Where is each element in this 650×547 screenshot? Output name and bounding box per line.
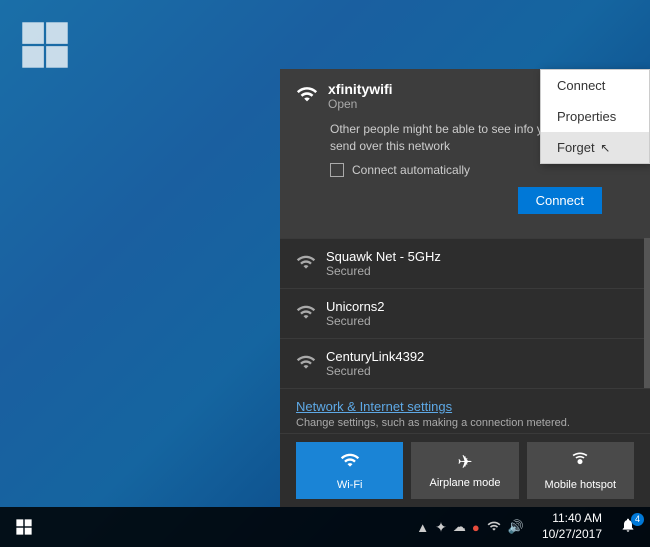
desktop: xfinitywifi Open Connect Properties Forg… (0, 0, 650, 547)
notification-badge: 4 (631, 513, 644, 526)
network-name-unicorns: Unicorns2 (326, 299, 634, 314)
context-menu-forget[interactable]: Forget ↖ (541, 132, 649, 163)
taskbar-clock[interactable]: 11:40 AM 10/27/2017 (534, 511, 610, 542)
network-status-centurylink: Secured (326, 364, 634, 378)
network-item-squawk[interactable]: Squawk Net - 5GHz Secured (280, 238, 650, 288)
auto-connect-checkbox[interactable] (330, 163, 344, 177)
system-tray: ▲ ✦ ☁ ● 🔊 (410, 519, 530, 536)
tray-icon-2[interactable]: ☁ (453, 519, 466, 535)
auto-connect-label: Connect automatically (352, 163, 470, 177)
airplane-quick-label: Airplane mode (430, 477, 501, 489)
wifi-quick-label: Wi-Fi (337, 479, 363, 491)
network-name-centurylink: CenturyLink4392 (326, 349, 634, 364)
notification-button[interactable]: 4 (614, 517, 642, 538)
hotspot-quick-icon (570, 450, 590, 475)
clock-time: 11:40 AM (552, 511, 602, 527)
network-settings-section: Network & Internet settings Change setti… (280, 388, 650, 433)
quick-action-wifi[interactable]: Wi-Fi (296, 442, 403, 499)
wifi-signal-icon (296, 83, 318, 110)
wifi-icon-squawk (296, 252, 316, 277)
network-list: Squawk Net - 5GHz Secured Unicorns2 Secu… (280, 238, 650, 388)
cursor-indicator: ↖ (600, 141, 610, 155)
active-network-status: Open (328, 97, 393, 111)
network-name-squawk: Squawk Net - 5GHz (326, 249, 634, 264)
tray-chevron[interactable]: ▲ (416, 520, 429, 535)
network-settings-desc: Change settings, such as making a connec… (296, 417, 634, 429)
wifi-icon-centurylink (296, 352, 316, 377)
quick-action-hotspot[interactable]: Mobile hotspot (527, 442, 634, 499)
taskbar: ▲ ✦ ☁ ● 🔊 11:40 AM 10/27/2017 (0, 507, 650, 547)
connect-button[interactable]: Connect (518, 187, 602, 214)
network-info-unicorns: Unicorns2 Secured (326, 299, 634, 328)
network-status-squawk: Secured (326, 264, 634, 278)
network-status-unicorns: Secured (326, 314, 634, 328)
wifi-icon-unicorns (296, 302, 316, 327)
tray-icon-3[interactable]: ● (472, 520, 480, 535)
tray-icon-1[interactable]: ✦ (435, 519, 447, 536)
network-info-centurylink: CenturyLink4392 Secured (326, 349, 634, 378)
tray-wifi-icon[interactable] (486, 519, 502, 536)
wifi-panel: xfinitywifi Open Connect Properties Forg… (280, 69, 650, 507)
taskbar-left (4, 507, 44, 547)
network-info-squawk: Squawk Net - 5GHz Secured (326, 249, 634, 278)
wifi-quick-icon (340, 450, 360, 475)
taskbar-right: ▲ ✦ ☁ ● 🔊 11:40 AM 10/27/2017 (410, 511, 646, 542)
windows-logo-area (20, 20, 80, 80)
hotspot-quick-label: Mobile hotspot (545, 479, 617, 491)
start-button[interactable] (4, 507, 44, 547)
clock-date: 10/27/2017 (542, 527, 602, 543)
active-network-name: xfinitywifi (328, 81, 393, 97)
auto-connect-row: Connect automatically (330, 163, 634, 177)
context-menu: Connect Properties Forget ↖ (540, 69, 650, 164)
active-network-info: xfinitywifi Open (328, 81, 393, 111)
context-menu-connect[interactable]: Connect (541, 70, 649, 101)
quick-action-airplane[interactable]: ✈ Airplane mode (411, 442, 518, 499)
active-network-section: xfinitywifi Open Connect Properties Forg… (280, 69, 650, 238)
network-item-centurylink[interactable]: CenturyLink4392 Secured (280, 338, 650, 388)
scrollbar[interactable] (644, 238, 650, 388)
tray-volume-icon[interactable]: 🔊 (508, 519, 524, 535)
network-settings-link[interactable]: Network & Internet settings (296, 399, 634, 414)
airplane-quick-icon: ✈ (457, 452, 472, 473)
quick-actions-bar: Wi-Fi ✈ Airplane mode Mobile hotspot (280, 433, 650, 507)
network-item-unicorns[interactable]: Unicorns2 Secured (280, 288, 650, 338)
context-menu-properties[interactable]: Properties (541, 101, 649, 132)
